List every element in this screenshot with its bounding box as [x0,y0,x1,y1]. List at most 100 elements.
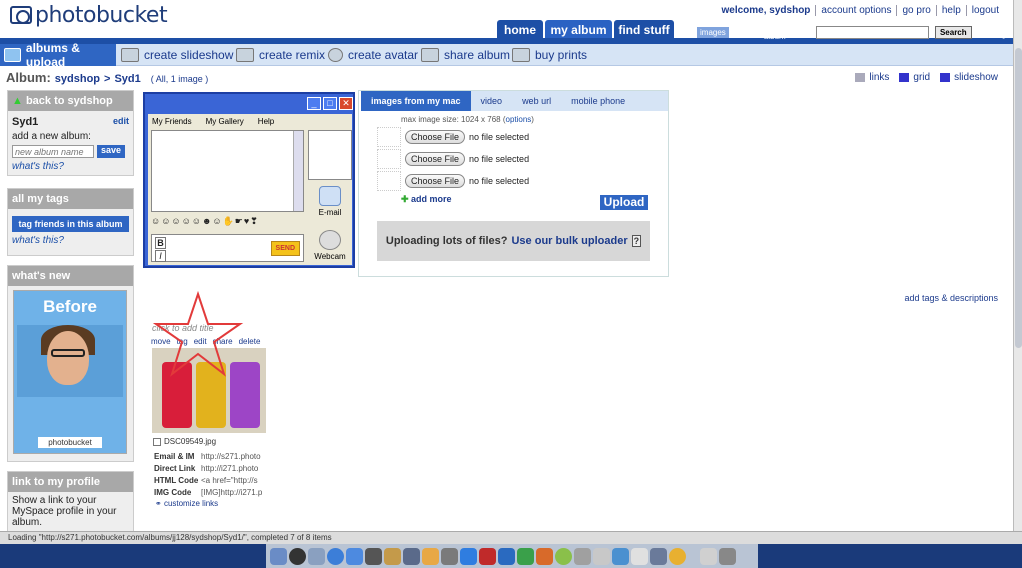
im-email-button[interactable]: E-mail [310,186,350,217]
preview-icon[interactable] [403,547,420,565]
choose-file-button[interactable]: Choose File [405,174,466,188]
account-options-link[interactable]: account options [815,5,896,16]
file-row: Choose File no file selected [377,171,529,191]
save-button[interactable]: save [97,145,126,158]
link-value[interactable]: [IMG]http://i271.p [201,488,264,497]
trash-icon[interactable] [719,547,736,565]
subnav-share-album[interactable]: share album [421,44,510,66]
im-chat-area[interactable] [151,130,304,212]
subnav-create-avatar[interactable]: create avatar [328,44,418,66]
ichat-icon[interactable] [346,547,363,565]
choose-file-button[interactable]: Choose File [405,130,466,144]
add-tags-link[interactable]: add tags & descriptions [904,293,998,303]
scope-web[interactable]: web [795,28,810,37]
help-icon[interactable]: ? [631,235,642,247]
subnav-create-slideshow[interactable]: create slideshow [121,44,233,66]
breadcrumb-album[interactable]: Syd1 [114,73,140,85]
whats-this-link[interactable]: what's this? [12,235,129,246]
subnav-create-remix[interactable]: create remix [236,44,325,66]
link-value[interactable]: <a href="http://s [201,476,264,485]
app-white-icon[interactable] [631,547,648,565]
app-green-icon[interactable] [555,547,572,565]
scope-videos[interactable]: videos [735,28,758,37]
app-red-icon[interactable] [479,547,496,565]
edit-album-link[interactable]: edit [113,116,129,128]
italic-button[interactable]: I [155,250,166,262]
choose-file-button[interactable]: Choose File [405,152,466,166]
tab-home[interactable]: home [497,20,543,40]
im-menu-help[interactable]: Help [258,117,274,126]
scope-images[interactable]: images [697,26,729,38]
downloads-icon[interactable] [700,547,717,565]
tab-find-stuff[interactable]: find stuff [614,20,674,40]
im-menu-my-gallery[interactable]: My Gallery [206,117,244,126]
help-link[interactable]: help [935,5,966,16]
promo-before-image[interactable]: Before photobucket [13,290,127,454]
image-select-checkbox[interactable] [153,437,161,446]
view-links[interactable]: links [855,72,889,83]
link-value[interactable]: http://s271.photo [201,452,264,461]
search-input[interactable] [815,25,929,39]
add-more-link[interactable]: ✚ add more [401,194,452,205]
ical-icon[interactable] [384,547,401,565]
finder-icon[interactable] [270,547,287,565]
im-menu-my-friends[interactable]: My Friends [152,117,192,126]
view-slideshow[interactable]: slideshow [940,72,998,83]
im-window[interactable]: _ □ ✕ My Friends My Gallery Help ☺☺☺☺☺☻☺… [143,92,355,268]
dashboard-icon[interactable] [289,547,306,565]
breadcrumb-user[interactable]: sydshop [55,73,100,85]
scope-my-album[interactable]: my album [764,23,789,41]
scrollbar-thumb[interactable] [1015,48,1022,348]
search-button[interactable]: Search [934,25,972,39]
keynote-icon[interactable] [460,547,477,565]
app-yellow-icon[interactable] [669,547,686,565]
system-prefs-icon[interactable] [574,547,591,565]
album-label: Album: [6,70,51,85]
send-button[interactable]: SEND [270,241,300,256]
options-link[interactable]: options [506,115,532,124]
word-icon[interactable] [498,547,515,565]
new-album-input[interactable] [12,145,94,158]
customize-links[interactable]: ⚭ customize links [155,499,218,508]
tab-mobile-phone[interactable]: mobile phone [561,91,635,111]
tab-video[interactable]: video [471,91,513,111]
excel-icon[interactable] [517,547,534,565]
app-gray-icon[interactable] [593,547,610,565]
tab-web-url[interactable]: web url [512,91,561,111]
powerpoint-icon[interactable] [536,547,553,565]
tag-friends-button[interactable]: tag friends in this album [12,216,129,232]
tab-images-from-mac[interactable]: images from my mac [361,91,471,111]
address-book-icon[interactable] [365,547,382,565]
go-pro-link[interactable]: go pro [896,5,935,16]
im-message-input[interactable]: B I SEND [151,234,304,262]
close-icon[interactable]: ✕ [339,97,353,110]
link-value[interactable]: http://i271.photo [201,464,264,473]
whats-this-link[interactable]: what's this? [12,161,129,172]
app-slate-icon[interactable] [650,547,667,565]
back-link[interactable]: ▲ back to sydshop [8,91,133,111]
photobucket-logo[interactable]: photobucket [10,3,168,28]
mail-icon[interactable] [308,547,325,565]
view-grid[interactable]: grid [899,72,930,83]
camera-app-icon[interactable] [441,547,458,565]
safari-icon[interactable] [327,547,344,565]
subnav-buy-prints[interactable]: buy prints [512,44,587,66]
minimize-icon[interactable]: _ [307,97,321,110]
link-profile-text: Show a link to your MySpace profile in y… [12,495,117,528]
upload-button[interactable]: Upload [600,195,648,210]
iphoto-icon[interactable] [422,547,439,565]
top-links: welcome, sydshop account options go pro … [717,5,1005,16]
maximize-icon[interactable]: □ [323,97,337,110]
bold-button[interactable]: B [155,237,166,249]
tab-my-album[interactable]: my album [545,20,612,40]
bulk-uploader-link[interactable]: Use our bulk uploader [511,235,627,247]
emoticon-bar[interactable]: ☺☺☺☺☺☻☺✋☛♥❣ [151,216,304,231]
app-blue-icon[interactable] [612,547,629,565]
subnav-label: albums & upload [25,41,80,69]
im-webcam-button[interactable]: Webcam [310,230,350,261]
subnav-albums-upload[interactable]: albums & upload [0,41,116,69]
logout-link[interactable]: logout [965,5,1004,16]
im-titlebar[interactable]: _ □ ✕ [145,94,353,112]
vertical-scrollbar[interactable] [1013,0,1022,531]
im-scrollbar[interactable] [293,131,303,211]
